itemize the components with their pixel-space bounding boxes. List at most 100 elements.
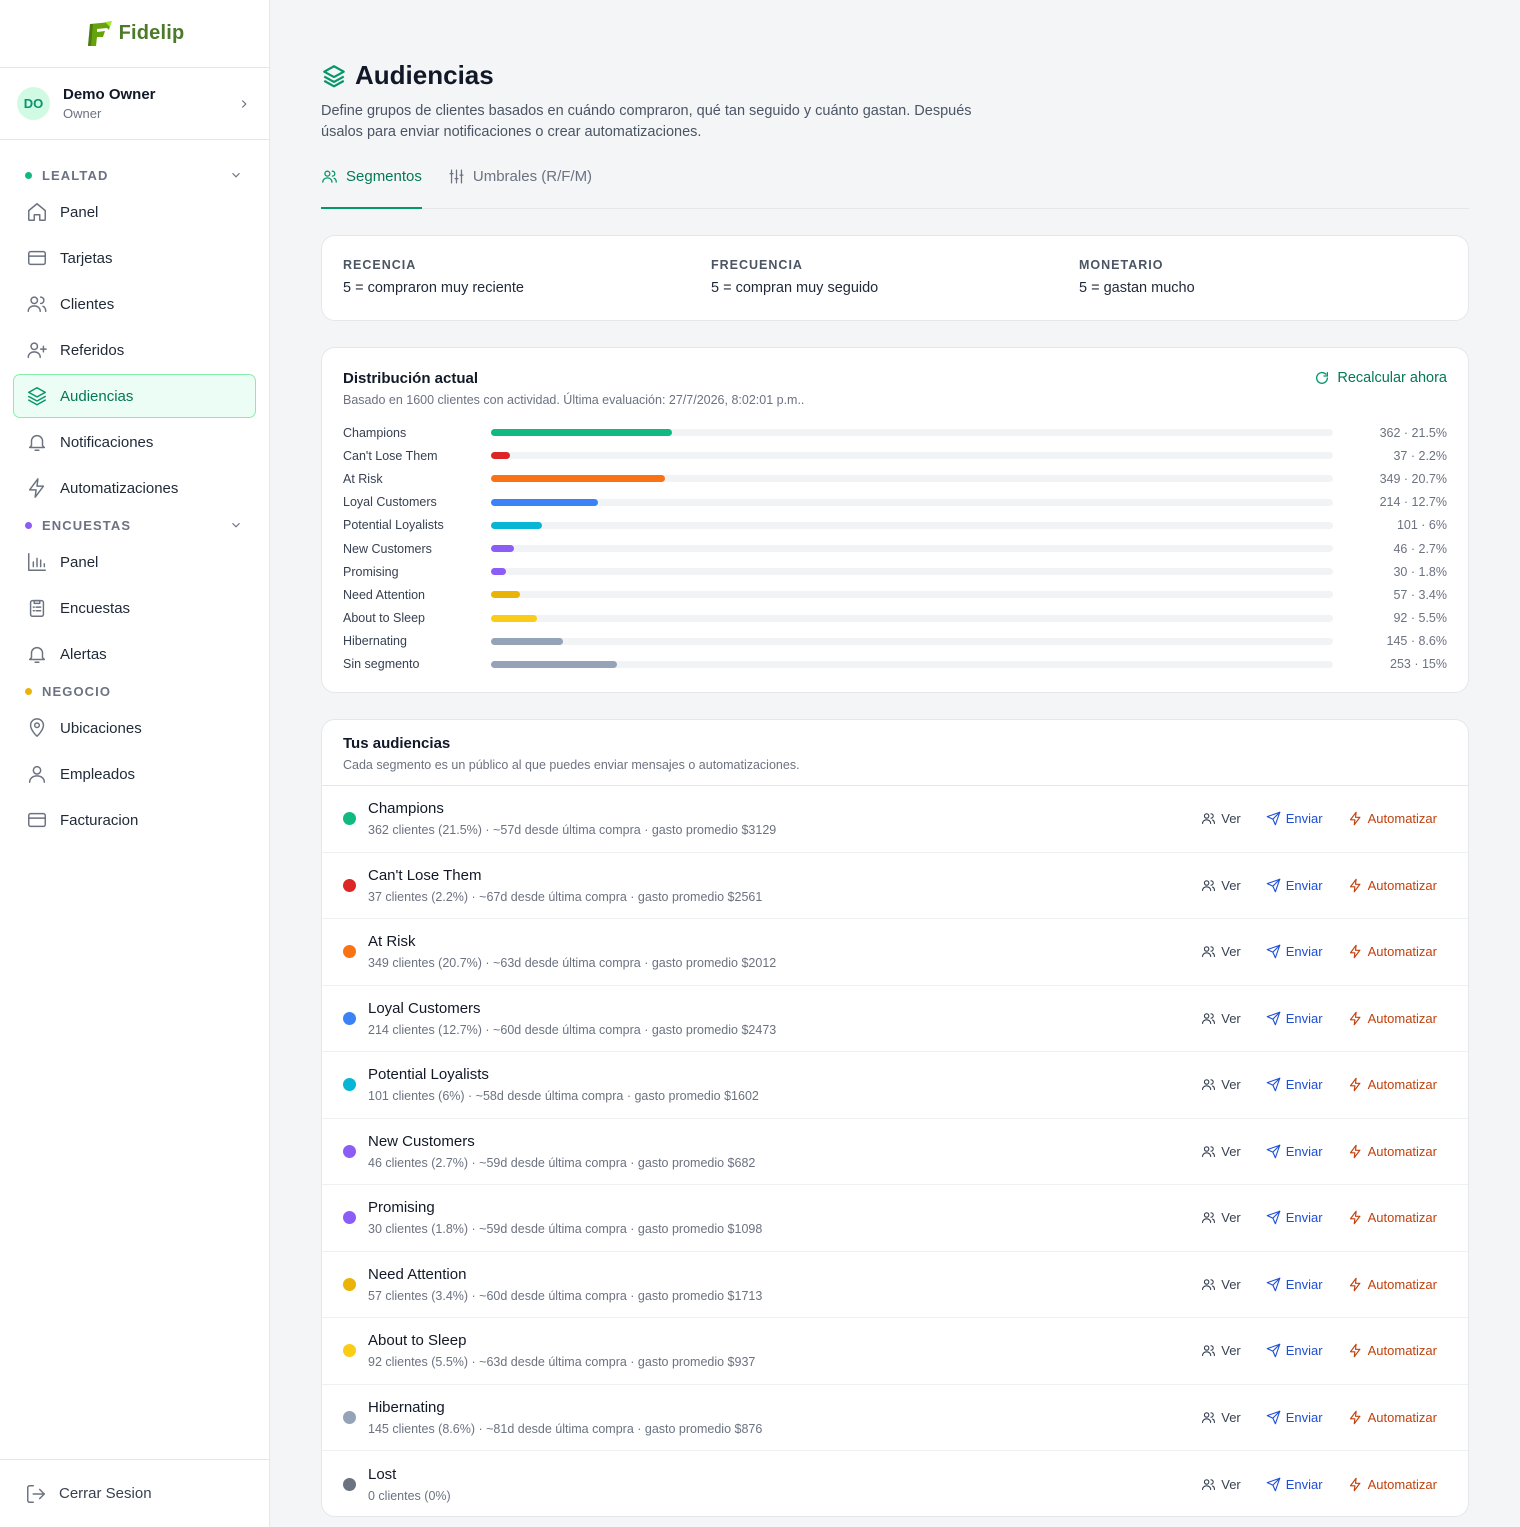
segment-meta: 145 clientes (8.6%) · ~81d desde última … <box>368 1421 763 1436</box>
automate-button[interactable]: Automatizar <box>1348 944 1437 959</box>
brand-name: Fidelip <box>118 22 185 44</box>
segment-dot <box>343 1011 356 1025</box>
view-button[interactable]: Ver <box>1201 1410 1241 1425</box>
sidebar-item-panel[interactable]: Panel <box>13 540 256 584</box>
sidebar-item-referidos[interactable]: Referidos <box>13 328 256 372</box>
view-label: Ver <box>1221 1010 1241 1026</box>
view-button[interactable]: Ver <box>1201 1277 1241 1292</box>
send-button[interactable]: Enviar <box>1266 1144 1323 1159</box>
view-button[interactable]: Ver <box>1201 1343 1241 1358</box>
audience-row: Potential Loyalists 101 clientes (6%) · ~… <box>322 1052 1468 1119</box>
user-icon <box>28 765 46 783</box>
send-label: Enviar <box>1285 1476 1323 1492</box>
sidebar-item-empleados[interactable]: Empleados <box>13 752 256 796</box>
distribution-row: Potential Loyalists 101 · 6% <box>343 514 1447 537</box>
audience-row: Hibernating 145 clientes (8.6%) · ~81d de… <box>322 1385 1468 1451</box>
view-button[interactable]: Ver <box>1201 878 1241 893</box>
view-button[interactable]: Ver <box>1201 944 1241 959</box>
automate-label: Automatizar <box>1367 1210 1437 1226</box>
clipboard-icon <box>29 599 45 617</box>
section-header-lealtad[interactable]: LEALTAD <box>0 162 269 188</box>
rfm-recencia: RECENCIA 5 = compraron muy reciente <box>343 258 711 320</box>
audience-row: Lost 0 clientes (0%) Ver Enviar Automatizar <box>322 1451 1468 1518</box>
send-button[interactable]: Enviar <box>1266 878 1323 893</box>
bolt-icon <box>1349 878 1361 893</box>
sidebar-item-alertas[interactable]: Alertas <box>13 632 256 676</box>
send-icon <box>1266 1210 1281 1225</box>
brand-logo[interactable]: Fidelip <box>0 0 269 68</box>
sidebar-item-ubicaciones[interactable]: Ubicaciones <box>13 706 256 750</box>
users-icon <box>1202 1279 1216 1290</box>
rfm-label: FRECUENCIA <box>711 258 803 272</box>
automate-label: Automatizar <box>1367 1010 1437 1026</box>
sidebar-item-tarjetas[interactable]: Tarjetas <box>13 236 256 280</box>
row-actions: Ver Enviar Automatizar <box>1176 1144 1437 1159</box>
view-button[interactable]: Ver <box>1201 811 1241 826</box>
segment-meta: 214 clientes (12.7%) · ~60d desde última… <box>368 1022 777 1037</box>
user-profile[interactable]: DO Demo Owner Owner <box>0 68 269 140</box>
automate-button[interactable]: Automatizar <box>1348 811 1437 826</box>
section-dot <box>25 687 32 695</box>
send-button[interactable]: Enviar <box>1266 1077 1323 1092</box>
audience-row: New Customers 46 clientes (2.7%) · ~59d d… <box>322 1119 1468 1185</box>
segment-dot <box>343 1078 356 1092</box>
send-button[interactable]: Enviar <box>1266 1277 1323 1292</box>
tab-segmentos[interactable]: Segmentos <box>321 167 422 209</box>
sidebar-item-encuestas[interactable]: Encuestas <box>13 586 256 630</box>
automate-label: Automatizar <box>1367 944 1437 960</box>
logout-button[interactable]: Cerrar Sesion <box>0 1459 269 1527</box>
sidebar-item-notificaciones[interactable]: Notificaciones <box>13 420 256 464</box>
send-button[interactable]: Enviar <box>1266 944 1323 959</box>
recalculate-button[interactable]: Recalcular ahora <box>1314 370 1447 386</box>
view-button[interactable]: Ver <box>1201 1477 1241 1492</box>
tab-umbrales[interactable]: Umbrales (R/F/M) <box>448 167 592 208</box>
bolt-icon <box>1349 944 1361 959</box>
send-button[interactable]: Enviar <box>1266 811 1323 826</box>
view-button[interactable]: Ver <box>1201 1210 1241 1225</box>
automate-button[interactable]: Automatizar <box>1348 1277 1437 1292</box>
distribution-title: Distribución actual <box>343 370 479 387</box>
segment-dot <box>343 945 356 959</box>
send-button[interactable]: Enviar <box>1266 1477 1323 1492</box>
sidebar-item-label: Tarjetas <box>60 249 113 267</box>
layers-icon <box>323 64 345 87</box>
bar-label: Can't Lose Them <box>343 448 438 463</box>
send-icon <box>1266 1144 1281 1159</box>
user-plus-icon <box>27 342 47 359</box>
section-header-negocio: NEGOCIO <box>0 678 269 704</box>
segment-info: Need Attention 57 clientes (3.4%) · ~60d … <box>368 1266 1176 1303</box>
sidebar-item-facturacion[interactable]: Facturacion <box>13 798 256 842</box>
automate-button[interactable]: Automatizar <box>1348 1410 1437 1425</box>
audiences-card: Tus audiencias Cada segmento es un públi… <box>321 719 1469 1517</box>
automate-button[interactable]: Automatizar <box>1348 1477 1437 1492</box>
send-button[interactable]: Enviar <box>1266 1210 1323 1225</box>
map-pin-icon <box>29 718 45 737</box>
section-header-encuestas[interactable]: ENCUESTAS <box>0 512 269 538</box>
view-button[interactable]: Ver <box>1201 1011 1241 1026</box>
view-label: Ver <box>1221 1409 1241 1425</box>
home-icon <box>28 203 46 221</box>
sidebar-item-automatizaciones[interactable]: Automatizaciones <box>13 466 256 510</box>
sidebar-item-clientes[interactable]: Clientes <box>13 282 256 326</box>
segment-name: Need Attention <box>368 1265 467 1283</box>
bar-track <box>491 660 1333 668</box>
automate-button[interactable]: Automatizar <box>1348 1144 1437 1159</box>
automate-button[interactable]: Automatizar <box>1348 1077 1437 1092</box>
view-button[interactable]: Ver <box>1201 1077 1241 1092</box>
send-button[interactable]: Enviar <box>1266 1011 1323 1026</box>
send-button[interactable]: Enviar <box>1266 1410 1323 1425</box>
automate-button[interactable]: Automatizar <box>1348 878 1437 893</box>
view-button[interactable]: Ver <box>1201 1144 1241 1159</box>
sidebar-item-audiencias[interactable]: Audiencias <box>13 374 256 418</box>
automate-button[interactable]: Automatizar <box>1348 1343 1437 1358</box>
sidebar-item-panel[interactable]: Panel <box>13 190 256 234</box>
send-button[interactable]: Enviar <box>1266 1343 1323 1358</box>
distribution-row: About to Sleep 92 · 5.5% <box>343 607 1447 630</box>
automate-button[interactable]: Automatizar <box>1348 1011 1437 1026</box>
automate-button[interactable]: Automatizar <box>1348 1210 1437 1225</box>
segment-meta: 57 clientes (3.4%) · ~60d desde última c… <box>368 1288 763 1303</box>
bar-track <box>491 429 1333 437</box>
audiences-header: Tus audiencias Cada segmento es un públi… <box>322 720 1468 786</box>
bar-label: Champions <box>343 425 407 440</box>
refresh-icon <box>1316 371 1329 384</box>
